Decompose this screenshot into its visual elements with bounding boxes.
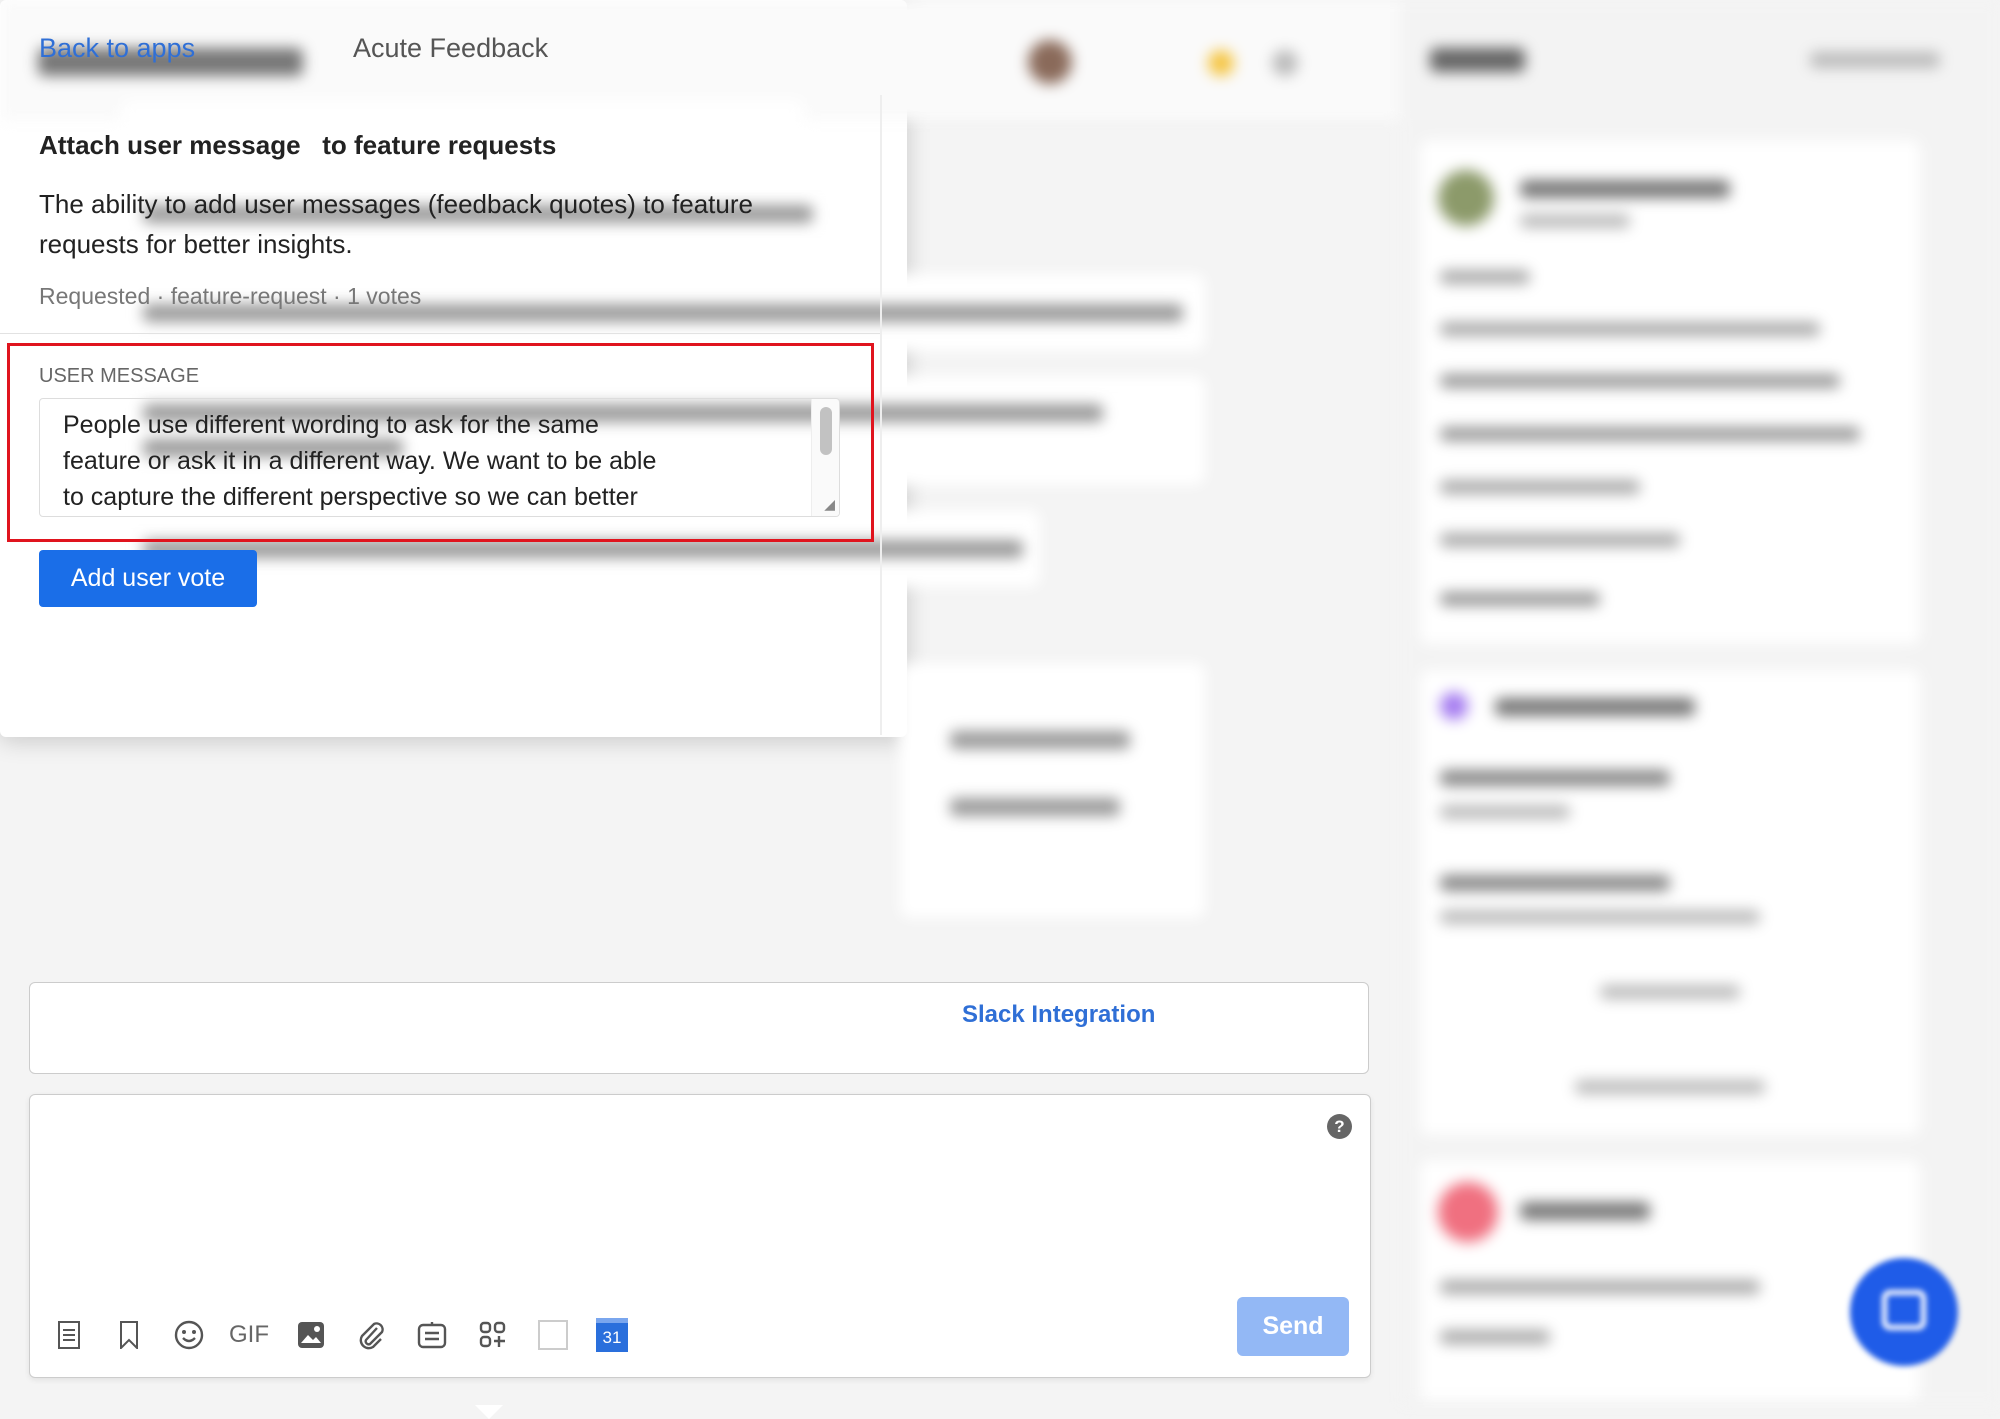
gif-icon[interactable]: GIF [229, 1318, 269, 1352]
add-user-vote-button[interactable]: Add user vote [39, 550, 257, 607]
resize-handle-icon[interactable]: ◢ [824, 496, 835, 513]
send-button[interactable]: Send [1237, 1297, 1349, 1356]
back-to-apps-link[interactable]: Back to apps [39, 33, 195, 64]
blank-app-icon[interactable] [536, 1318, 570, 1352]
note-icon[interactable] [52, 1318, 86, 1352]
message-bubble [900, 663, 1205, 918]
avatar [1028, 40, 1072, 84]
emoji-icon[interactable] [172, 1318, 206, 1352]
slack-integration-link[interactable]: Slack Integration [962, 1001, 1155, 1029]
divider [0, 333, 880, 334]
app-card[interactable]: Slack Integration [29, 982, 1369, 1074]
feature-description-line1: The ability to add user messages (feedba… [39, 189, 753, 219]
messenger-launcher[interactable] [1850, 1258, 1958, 1366]
help-icon[interactable]: ? [1327, 1114, 1352, 1139]
popup-scrollbar[interactable] [880, 95, 882, 735]
article-icon[interactable] [415, 1318, 449, 1352]
google-calendar-icon[interactable]: 31 [596, 1318, 628, 1352]
user-message-text: People use different wording to ask for … [63, 411, 657, 511]
bookmark-icon[interactable] [112, 1318, 146, 1352]
image-icon[interactable] [294, 1318, 328, 1352]
popup-pointer [475, 1405, 503, 1419]
feature-description-line2: requests for better insights. [39, 229, 353, 259]
feature-meta: Requested · feature-request · 1 votes [39, 283, 422, 309]
feature-title: Attach user message to feature requests [39, 130, 557, 160]
apps-icon[interactable] [476, 1318, 510, 1352]
user-message-label: USER MESSAGE [39, 365, 200, 387]
status-icon [1208, 50, 1234, 76]
snooze-icon [1272, 50, 1298, 76]
attachment-icon[interactable] [354, 1318, 388, 1352]
user-message-textarea[interactable]: People use different wording to ask for … [39, 398, 840, 517]
details-sidebar [1400, 0, 2000, 1405]
app-title: Acute Feedback [353, 33, 549, 63]
